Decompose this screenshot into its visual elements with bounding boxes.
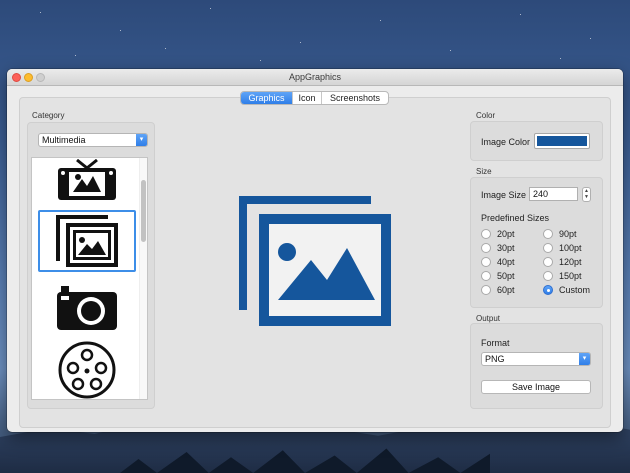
- radio-label: 60pt: [497, 285, 515, 295]
- radio-label: 120pt: [559, 257, 582, 267]
- radio-50pt[interactable]: 50pt: [481, 271, 515, 281]
- radio-30pt[interactable]: 30pt: [481, 243, 515, 253]
- list-item-camera[interactable]: [38, 280, 136, 336]
- radio-40pt[interactable]: 40pt: [481, 257, 515, 267]
- tab-icon[interactable]: Icon: [293, 92, 322, 104]
- image-color-swatch: [537, 136, 587, 146]
- radio-button[interactable]: [543, 243, 553, 253]
- tab-screenshots[interactable]: Screenshots: [322, 92, 388, 104]
- list-item-film-reel[interactable]: [38, 340, 136, 399]
- output-section-label: Output: [476, 314, 501, 323]
- radio-label: 150pt: [559, 271, 582, 281]
- list-item-photo-stack[interactable]: [38, 210, 136, 272]
- close-window-button[interactable]: [12, 73, 21, 82]
- mode-tabs: Graphics Icon Screenshots: [240, 91, 389, 105]
- radio-60pt[interactable]: 60pt: [481, 285, 515, 295]
- radio-120pt[interactable]: 120pt: [543, 257, 582, 267]
- radio-90pt[interactable]: 90pt: [543, 229, 577, 239]
- list-scrollbar[interactable]: [139, 158, 147, 399]
- minimize-window-button[interactable]: [24, 73, 33, 82]
- radio-100pt[interactable]: 100pt: [543, 243, 582, 253]
- category-section-label: Category: [32, 111, 65, 120]
- radio-label: 40pt: [497, 257, 515, 267]
- radio-button[interactable]: [481, 257, 491, 267]
- image-size-input[interactable]: 240: [529, 187, 578, 201]
- format-select[interactable]: PNG ▾: [481, 352, 591, 366]
- photo-stack-preview-icon: [239, 196, 391, 326]
- radio-label: 90pt: [559, 229, 577, 239]
- window-title: AppGraphics: [288, 72, 342, 82]
- camera-icon: [57, 286, 117, 330]
- radio-20pt[interactable]: 20pt: [481, 229, 515, 239]
- color-section-label: Color: [476, 111, 496, 120]
- radio-150pt[interactable]: 150pt: [543, 271, 582, 281]
- radio-label: 20pt: [497, 229, 515, 239]
- chevron-down-icon: ▾: [136, 134, 147, 146]
- photo-stack-icon: [56, 215, 118, 267]
- radio-button[interactable]: [481, 243, 491, 253]
- radio-button[interactable]: [543, 229, 553, 239]
- image-color-well[interactable]: [534, 133, 590, 149]
- image-color-label: Image Color: [481, 137, 531, 147]
- radio-label: 50pt: [497, 271, 515, 281]
- image-preview: [235, 190, 393, 330]
- zoom-window-button[interactable]: [36, 73, 45, 82]
- radio-button[interactable]: [481, 271, 491, 281]
- radio-label: 30pt: [497, 243, 515, 253]
- radio-button[interactable]: [543, 271, 553, 281]
- predefined-sizes-label: Predefined Sizes: [481, 213, 550, 223]
- list-scrollbar-thumb[interactable]: [141, 180, 146, 242]
- radio-button[interactable]: [481, 229, 491, 239]
- format-label: Format: [481, 338, 510, 348]
- list-item-tv-photo[interactable]: [38, 158, 136, 202]
- radio-label: 100pt: [559, 243, 582, 253]
- tab-graphics[interactable]: Graphics: [241, 92, 293, 104]
- film-reel-icon: [58, 341, 116, 399]
- image-size-label: Image Size: [481, 190, 527, 200]
- radio-custom[interactable]: Custom: [543, 285, 590, 295]
- tv-photo-icon: [58, 159, 116, 200]
- category-select-value: Multimedia: [42, 135, 86, 145]
- format-select-value: PNG: [485, 354, 505, 364]
- title-bar[interactable]: AppGraphics: [7, 69, 623, 86]
- radio-button[interactable]: [543, 257, 553, 267]
- category-select[interactable]: Multimedia ▾: [38, 133, 148, 147]
- image-size-stepper[interactable]: ▲ ▼: [582, 187, 591, 202]
- radio-button[interactable]: [481, 285, 491, 295]
- radio-label: Custom: [559, 285, 591, 295]
- output-panel: [470, 323, 603, 409]
- size-section-label: Size: [476, 167, 492, 176]
- radio-button-selected[interactable]: [543, 285, 553, 295]
- save-image-button[interactable]: Save Image: [481, 380, 591, 394]
- category-icon-list[interactable]: [31, 157, 148, 400]
- chevron-down-icon: ▾: [579, 353, 590, 365]
